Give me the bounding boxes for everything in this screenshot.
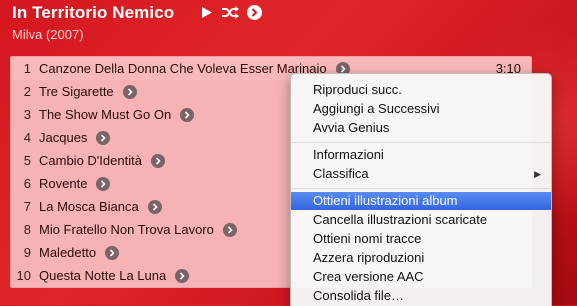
menu-separator (292, 142, 550, 143)
track-number: 7 (23, 199, 31, 214)
track-number: 3 (23, 107, 31, 122)
track-number: 1 (23, 61, 31, 76)
track-number: 8 (23, 222, 31, 237)
track-number: 9 (23, 245, 31, 260)
track-name: Maledetto (39, 245, 97, 260)
track-arrow-icon[interactable] (122, 84, 137, 99)
menu-item-get-album-artwork[interactable]: Ottieni illustrazioni album (291, 192, 551, 210)
album-subtitle: Milva (2007) (12, 27, 84, 42)
menu-item-create-aac-version[interactable]: Crea versione AAC (291, 268, 551, 286)
album-header: In Territorio Nemico Milva (2007) (12, 3, 577, 53)
track-arrow-icon[interactable] (96, 176, 111, 191)
track-number: 4 (23, 130, 31, 145)
track-number: 5 (23, 153, 31, 168)
track-number: 10 (16, 268, 31, 283)
track-name: Jacques (39, 130, 88, 145)
submenu-arrow-icon: ▶ (534, 169, 541, 179)
track-arrow-icon[interactable] (175, 268, 190, 283)
track-arrow-icon[interactable] (147, 199, 162, 214)
menu-separator (292, 188, 550, 189)
shuffle-icon[interactable] (221, 6, 239, 19)
menu-item-consolidate-files[interactable]: Consolida file… (291, 287, 551, 305)
play-icon[interactable] (201, 6, 213, 19)
menu-item-start-genius[interactable]: Avvia Genius (291, 119, 551, 137)
menu-item-add-to-up-next[interactable]: Aggiungi a Successivi (291, 100, 551, 118)
track-number: 6 (23, 176, 31, 191)
track-name: Cambio D'Identità (39, 153, 142, 168)
menu-item-delete-downloaded-artwork[interactable]: Cancella illustrazioni scaricate (291, 211, 551, 229)
track-name: La Mosca Bianca (39, 199, 139, 214)
track-arrow-icon[interactable] (96, 130, 111, 145)
menu-item-reset-plays[interactable]: Azzera riproduzioni (291, 249, 551, 267)
track-name: Questa Notte La Luna (39, 268, 167, 283)
track-name: The Show Must Go On (39, 107, 172, 122)
track-arrow-icon[interactable] (105, 245, 120, 260)
menu-item-play-next[interactable]: Riproduci succ. (291, 81, 551, 99)
album-title: In Territorio Nemico (12, 3, 175, 22)
header-controls (201, 5, 262, 20)
track-number: 2 (23, 84, 31, 99)
context-menu: Riproduci succ. Aggiungi a Successivi Av… (290, 73, 552, 306)
track-arrow-icon[interactable] (222, 222, 237, 237)
track-name: Canzone Della Donna Che Voleva Esser Mar… (39, 61, 327, 76)
menu-item-rating-label: Classifica (313, 166, 369, 181)
track-name: Rovente (39, 176, 88, 191)
menu-item-rating[interactable]: Classifica ▶ (291, 165, 551, 183)
track-name: Tre Sigarette (39, 84, 114, 99)
track-name: Mio Fratello Non Trova Lavoro (39, 222, 214, 237)
track-arrow-icon[interactable] (150, 153, 165, 168)
go-arrow-icon[interactable] (247, 5, 262, 20)
menu-item-get-info[interactable]: Informazioni (291, 146, 551, 164)
menu-item-get-track-names[interactable]: Ottieni nomi tracce (291, 230, 551, 248)
track-arrow-icon[interactable] (180, 107, 195, 122)
